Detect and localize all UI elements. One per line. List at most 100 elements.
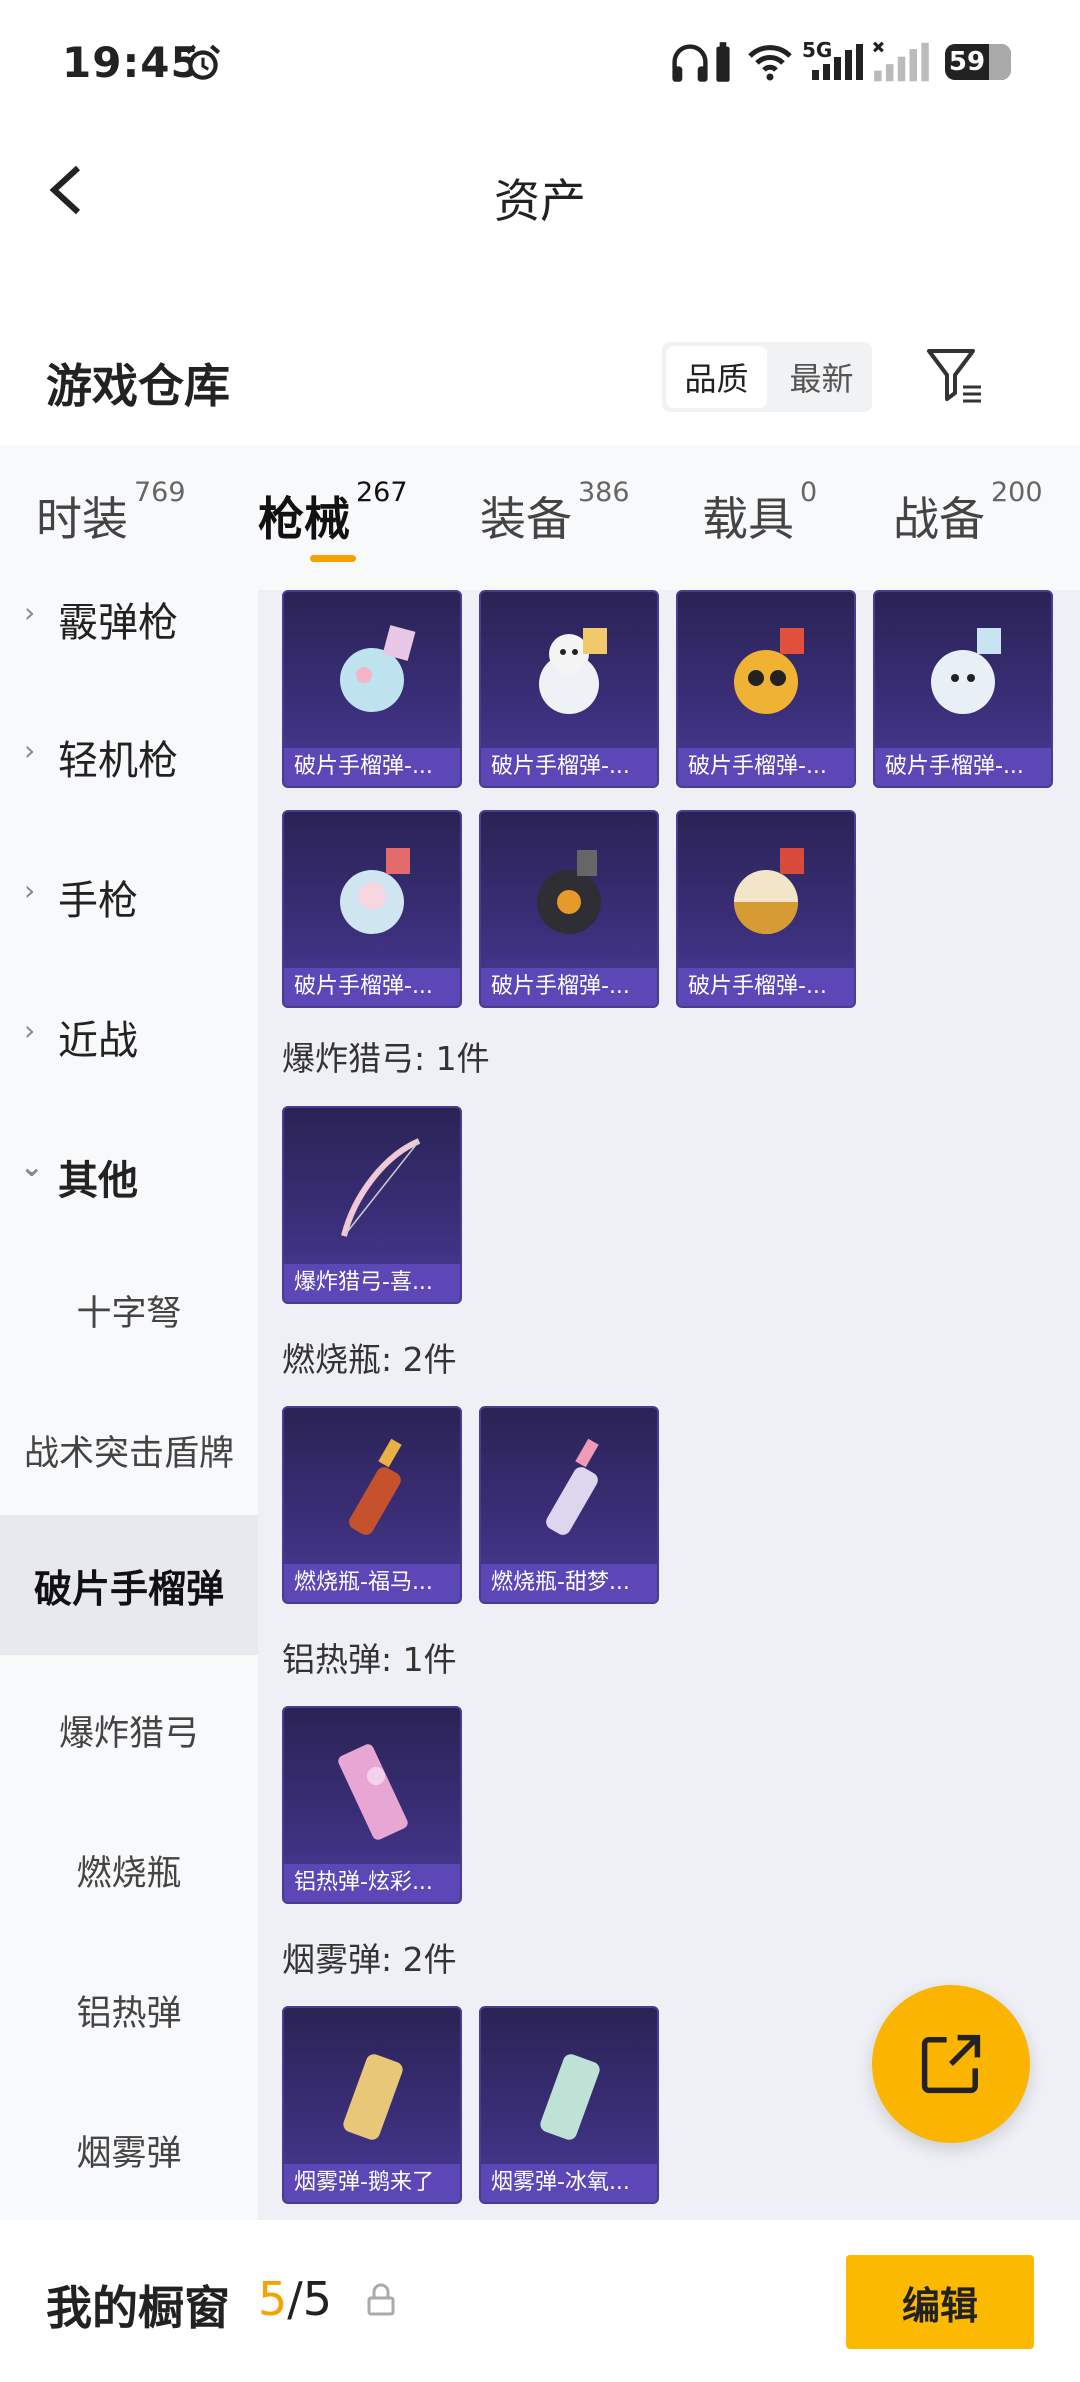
- item-card[interactable]: 烟雾弹-鹅来了: [282, 2006, 462, 2204]
- category-tabs: 时装 769 枪械 267 装备 386 载具 0 战备 200: [0, 445, 1080, 590]
- item-card[interactable]: 破片手榴弹-...: [479, 590, 659, 788]
- sidebar-sub-crossbow[interactable]: 十字弩: [0, 1285, 258, 1336]
- group-label-thermite: 铝热弹: 1件: [282, 1640, 457, 1679]
- smoke-grenade-icon: [343, 2054, 403, 2140]
- tab-label: 战备: [893, 492, 985, 546]
- item-card-label: 破片手榴弹-...: [875, 748, 1051, 786]
- signal-icon: [812, 44, 863, 80]
- weapon-sidebar: › 霰弹枪 › 轻机枪 › 手枪 › 近战 ⌄ 其他 十字弩 战术突击盾牌 破片…: [0, 590, 258, 2220]
- grenade-icon: [537, 850, 601, 934]
- smoke-grenade-icon: [540, 2054, 600, 2140]
- grenade-icon: [734, 628, 804, 714]
- tab-label: 装备: [480, 492, 572, 546]
- item-card-label: 破片手榴弹-...: [678, 968, 854, 1006]
- item-card[interactable]: 破片手榴弹-...: [479, 810, 659, 1008]
- item-card[interactable]: 破片手榴弹-...: [873, 590, 1053, 788]
- page-title: 资产: [494, 174, 586, 228]
- share-fab[interactable]: [872, 1985, 1030, 2143]
- share-icon: [921, 2034, 981, 2094]
- wifi-icon: [748, 45, 792, 81]
- molotov-icon: [349, 1438, 402, 1535]
- grenade-icon: [734, 848, 804, 934]
- status-time: 19:45: [62, 38, 201, 87]
- sidebar-sub-thermite[interactable]: 铝热弹: [0, 1985, 258, 2036]
- tab-equipment[interactable]: 装备 386: [480, 477, 630, 549]
- tab-label: 载具: [702, 492, 794, 546]
- app-screen: 19:45 5G 59 资产 游戏仓库 品质 最新 时装 769 枪械 267 装备…: [0, 0, 1080, 2382]
- item-card-label: 破片手榴弹-...: [284, 748, 460, 786]
- chevron-down-icon: ⌄: [20, 1150, 44, 1183]
- headphones-icon: [672, 44, 708, 82]
- item-card[interactable]: 破片手榴弹-...: [282, 810, 462, 1008]
- showcase-title: 我的橱窗: [46, 2281, 230, 2335]
- sidebar-item-other[interactable]: ⌄ 其他: [0, 1140, 258, 1210]
- sort-toggle: 品质 最新: [662, 342, 872, 412]
- sidebar-item-label: 轻机枪: [58, 738, 178, 784]
- sidebar-item-melee[interactable]: › 近战: [0, 1000, 258, 1070]
- item-card[interactable]: 铝热弹-炫彩...: [282, 1706, 462, 1904]
- showcase-current: 5: [258, 2272, 288, 2326]
- item-card-label: 铝热弹-炫彩...: [284, 1864, 460, 1902]
- tab-count: 386: [578, 477, 630, 508]
- signal-weak-icon: [873, 41, 929, 82]
- nav-bar: 资产: [0, 125, 1080, 260]
- group-label-molotov: 燃烧瓶: 2件: [282, 1340, 457, 1379]
- sidebar-sub-smoke[interactable]: 烟雾弹: [0, 2125, 258, 2176]
- bow-icon: [341, 1138, 421, 1237]
- item-card-label: 破片手榴弹-...: [481, 748, 657, 786]
- edit-button[interactable]: 编辑: [846, 2255, 1034, 2349]
- item-card-label: 烟雾弹-冰氧...: [481, 2164, 657, 2202]
- tab-count: 0: [800, 477, 818, 508]
- item-card-label: 爆炸猎弓-喜...: [284, 1264, 460, 1302]
- group-label-hunting-bow: 爆炸猎弓: 1件: [282, 1039, 490, 1078]
- tab-gear[interactable]: 战备 200: [893, 477, 1043, 549]
- tab-vehicles[interactable]: 载具 0: [702, 477, 817, 549]
- sidebar-item-shotgun[interactable]: › 霰弹枪: [0, 590, 258, 652]
- tab-firearms[interactable]: 枪械 267: [258, 477, 408, 549]
- item-card-label: 燃烧瓶-甜梦...: [481, 1564, 657, 1602]
- sidebar-sub-hunting-bow[interactable]: 爆炸猎弓: [0, 1705, 258, 1756]
- battery-level: 59: [948, 47, 986, 77]
- item-card[interactable]: 破片手榴弹-...: [676, 810, 856, 1008]
- filter-icon[interactable]: [925, 345, 985, 405]
- item-card[interactable]: 破片手榴弹-...: [676, 590, 856, 788]
- sidebar-sub-molotov[interactable]: 燃烧瓶: [0, 1845, 258, 1896]
- active-tab-indicator: [310, 555, 356, 562]
- chevron-right-icon: ›: [24, 1014, 36, 1047]
- lock-icon: [367, 2283, 395, 2316]
- sidebar-item-pistol[interactable]: › 手枪: [0, 860, 258, 930]
- sidebar-item-label: 手枪: [58, 878, 138, 924]
- item-card[interactable]: 燃烧瓶-福马...: [282, 1406, 462, 1604]
- item-card-label: 破片手榴弹-...: [284, 968, 460, 1006]
- grenade-icon: [340, 625, 416, 712]
- item-card[interactable]: 爆炸猎弓-喜...: [282, 1106, 462, 1304]
- chevron-right-icon: ›: [24, 874, 36, 907]
- item-card-label: 燃烧瓶-福马...: [284, 1564, 460, 1602]
- sort-quality-button[interactable]: 品质: [666, 346, 767, 408]
- warehouse-title: 游戏仓库: [46, 359, 230, 413]
- sidebar-sub-shield[interactable]: 战术突击盾牌: [0, 1425, 258, 1476]
- warehouse-header: 游戏仓库 品质 最新: [0, 260, 1080, 445]
- chevron-right-icon: ›: [24, 734, 36, 767]
- tab-count: 267: [356, 477, 408, 508]
- grenade-icon: [539, 628, 607, 714]
- group-label-smoke: 烟雾弹: 2件: [282, 1940, 457, 1979]
- sort-newest-button[interactable]: 最新: [771, 342, 872, 412]
- tab-fashion[interactable]: 时装 769: [36, 477, 186, 549]
- battery-small-icon: [716, 42, 730, 82]
- item-card-label: 烟雾弹-鹅来了: [284, 2164, 460, 2202]
- thermite-icon: [338, 1744, 408, 1840]
- tab-count: 200: [991, 477, 1043, 508]
- item-card[interactable]: 烟雾弹-冰氧...: [479, 2006, 659, 2204]
- tab-label: 枪械: [258, 492, 350, 546]
- item-card-label: 破片手榴弹-...: [678, 748, 854, 786]
- item-card-label: 破片手榴弹-...: [481, 968, 657, 1006]
- molotov-icon: [546, 1438, 599, 1535]
- tab-label: 时装: [36, 492, 128, 546]
- item-card[interactable]: 破片手榴弹-...: [282, 590, 462, 788]
- showcase-total: /5: [287, 2272, 333, 2326]
- item-card[interactable]: 燃烧瓶-甜梦...: [479, 1406, 659, 1604]
- tab-count: 769: [134, 477, 186, 508]
- sidebar-sub-frag-grenade[interactable]: 破片手榴弹: [0, 1515, 258, 1655]
- sidebar-item-lmg[interactable]: › 轻机枪: [0, 720, 258, 790]
